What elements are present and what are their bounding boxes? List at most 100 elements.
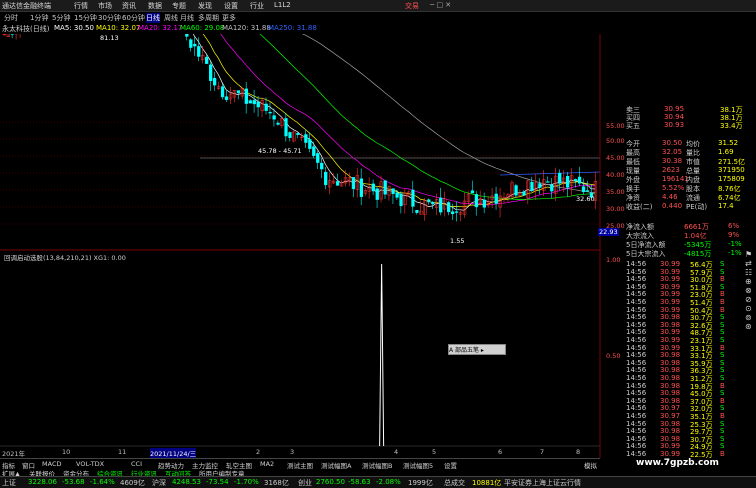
candle [225, 97, 228, 100]
menu-item-shichang[interactable]: 市场 [98, 1, 112, 11]
tick-price: 30.99 [660, 450, 680, 458]
side-icon-flag[interactable]: ⚑ [745, 250, 756, 259]
date-label: 10 [62, 448, 70, 456]
indicator-tick: 0.50 [606, 352, 620, 360]
tick-side: B [720, 450, 725, 458]
order-volume: 33.4万 [720, 121, 743, 131]
indicator-tab[interactable]: 测试主图 [287, 460, 313, 470]
menu-item-zixun[interactable]: 资讯 [122, 1, 136, 11]
stat-value: 31.52 [718, 139, 738, 147]
flow-label: 5日大宗流入 [626, 249, 665, 259]
sh-pct: -1.64% [90, 478, 115, 486]
candle [257, 102, 260, 107]
candle [451, 212, 454, 214]
menu-item-shuju[interactable]: 数据 [148, 1, 162, 11]
price-tick: 30.00 [606, 205, 625, 213]
ma5-line [4, 34, 595, 210]
flow-pct: 6% [728, 222, 739, 230]
order-price: 30.94 [664, 113, 684, 121]
stat-row: 外盘196141内盘175809 [624, 175, 756, 184]
side-icon-dot[interactable]: ⊙ [745, 304, 756, 313]
stat-value: 4.46 [662, 193, 678, 201]
popup-tooltip[interactable]: A 部品五笔 ▸ [448, 344, 506, 355]
candle [416, 210, 419, 212]
stat-value: 32.05 [662, 148, 682, 156]
side-icon-ring[interactable]: ⊚ [745, 313, 756, 322]
tf-60min[interactable]: 60分钟 [122, 13, 145, 23]
date-label: 4 [394, 448, 398, 456]
menu-item-hangqing[interactable]: 行情 [74, 1, 88, 11]
flow-pct: 9% [728, 231, 739, 239]
date-label: 8 [576, 448, 580, 456]
tf-1min[interactable]: 1分钟 [30, 13, 48, 23]
tf-weekly[interactable]: 周线 [164, 13, 178, 23]
menu-item-faxian[interactable]: 发现 [198, 1, 212, 11]
side-icon-slash[interactable]: ⊘ [745, 295, 756, 304]
candle [574, 179, 577, 180]
candle [352, 177, 355, 188]
candle [412, 190, 415, 206]
candle [586, 191, 589, 192]
tf-daily[interactable]: 日线 [146, 13, 160, 23]
side-icon-times[interactable]: ⊗ [745, 286, 756, 295]
candle [320, 163, 323, 169]
indicator-tick: 1.00 [606, 256, 620, 264]
candle [205, 57, 208, 63]
tf-multi[interactable]: 多周期 [198, 13, 219, 23]
cy-change: -58.63 [348, 478, 371, 486]
indicator-title: 回调启动选股(13,84,210,21) XG1: 0.00 [4, 252, 126, 262]
tf-15min[interactable]: 15分钟 [74, 13, 97, 23]
price-tick: 25.00 [606, 222, 625, 230]
menu-item-shezhi[interactable]: 设置 [224, 1, 238, 11]
candle [277, 123, 280, 124]
window-controls[interactable]: ─ □ ✕ [430, 1, 451, 9]
tf-fenshi[interactable]: 分时 [4, 13, 18, 23]
chart-area[interactable] [0, 34, 624, 458]
stat-row: 净资4.46流通6.74亿 [624, 193, 756, 202]
menu-item-l1l2[interactable]: L1L2 [274, 1, 291, 9]
candle [253, 100, 256, 103]
side-icon-swap[interactable]: ⇄ [745, 259, 756, 268]
indicator-tab[interactable]: 测试幅图A [321, 460, 351, 470]
candle [213, 78, 216, 85]
indicator-tab[interactable]: 测试幅图5 [403, 460, 433, 470]
date-label: 2 [256, 448, 260, 456]
candle [376, 189, 379, 200]
flow-pct: -1% [728, 240, 742, 248]
date-cursor-label: 2021/11/24/三 [150, 448, 196, 458]
candle [495, 194, 498, 204]
indicator-tab[interactable]: MA2 [260, 460, 274, 468]
trade-button[interactable]: 交易 [405, 1, 419, 11]
menu-item-zhuanti[interactable]: 专题 [172, 1, 186, 11]
simulate-button[interactable]: 模拟 [584, 460, 597, 470]
side-icon-grid[interactable]: ☷ [745, 268, 756, 277]
tf-more[interactable]: 更多 [222, 13, 236, 23]
candle [269, 112, 272, 113]
tf-5min[interactable]: 5分钟 [52, 13, 70, 23]
indicator-tab[interactable]: CCI [131, 460, 142, 468]
menu-item-hangye[interactable]: 行业 [250, 1, 264, 11]
popup-label: A 部品五笔 ▸ [449, 347, 484, 354]
side-icon-star[interactable]: ⊛ [745, 322, 756, 331]
tf-30min[interactable]: 30分钟 [98, 13, 121, 23]
candle [427, 200, 430, 202]
right-mark-label: 32.60 [576, 195, 595, 203]
indicator-tab[interactable]: 测试幅图B [362, 460, 392, 470]
indicator-tab[interactable]: VOL-TDX [76, 460, 104, 468]
candle [400, 194, 403, 206]
candle [550, 185, 553, 191]
candle [483, 200, 486, 207]
stat-value: 1.69 [718, 148, 734, 156]
stat-row: 最低30.38市值271.5亿 [624, 157, 756, 166]
indicator-tab[interactable]: MACD [42, 460, 61, 468]
tf-monthly[interactable]: 月线 [180, 13, 194, 23]
candle [475, 194, 478, 206]
candle [515, 186, 518, 196]
candle [455, 212, 458, 213]
candle [245, 89, 248, 104]
menu-bar: 通达信金融终端 行情 市场 资讯 数据 专题 发现 设置 行业 L1L2 交易 … [0, 0, 756, 12]
indicator-tab[interactable]: 设置 [444, 460, 457, 470]
candle [189, 40, 192, 48]
side-icon-plus[interactable]: ⊕ [745, 277, 756, 286]
side-toolbar: ⚑ ⇄ ☷ ⊕ ⊗ ⊘ ⊙ ⊚ ⊛ [745, 250, 756, 420]
